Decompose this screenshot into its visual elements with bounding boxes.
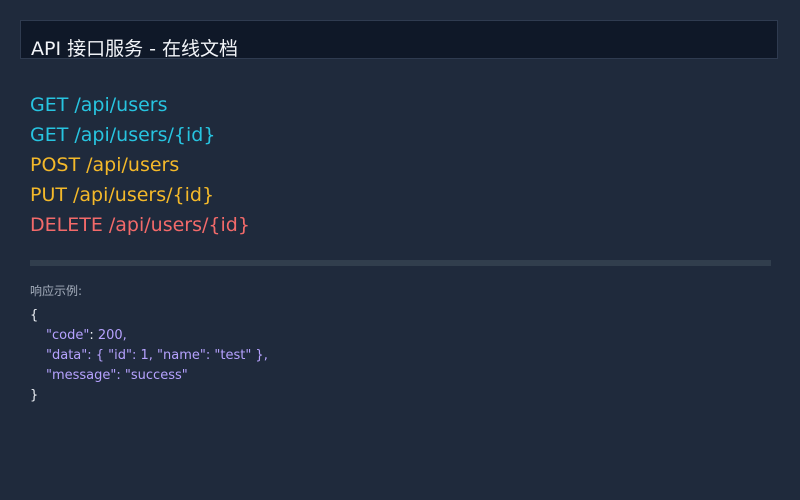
page-title: API 接口服务 - 在线文档: [31, 38, 239, 60]
json-line-data: "data": { "id": 1, "name": "test" },: [30, 346, 268, 366]
json-key-data: "data": [46, 348, 88, 363]
endpoint-list: GET /api/users GET /api/users/{id} POST …: [30, 90, 250, 240]
response-example-code: { "code": 200, "data": { "id": 1, "name"…: [30, 306, 268, 406]
json-sep-code: :: [89, 328, 98, 343]
json-value-code: 200,: [97, 328, 127, 343]
json-value-message: : "success": [116, 368, 188, 383]
json-key-code: "code": [46, 328, 90, 343]
section-divider: [30, 260, 771, 266]
response-example-label: 响应示例:: [30, 284, 83, 298]
endpoint-post-users[interactable]: POST /api/users: [30, 150, 250, 180]
doc-header: API 接口服务 - 在线文档: [20, 20, 778, 60]
endpoint-delete-user[interactable]: DELETE /api/users/{id}: [30, 210, 250, 240]
json-open-brace: {: [30, 308, 39, 323]
endpoint-get-users[interactable]: GET /api/users: [30, 90, 250, 120]
json-value-data: : { "id": 1, "name": "test" },: [87, 348, 268, 363]
json-close-brace: }: [30, 388, 39, 403]
endpoint-put-user[interactable]: PUT /api/users/{id}: [30, 180, 250, 210]
json-key-message: "message": [46, 368, 117, 383]
endpoint-get-user-by-id[interactable]: GET /api/users/{id}: [30, 120, 250, 150]
json-line-code: "code": 200,: [30, 326, 268, 346]
json-line-message: "message": "success": [30, 366, 268, 386]
